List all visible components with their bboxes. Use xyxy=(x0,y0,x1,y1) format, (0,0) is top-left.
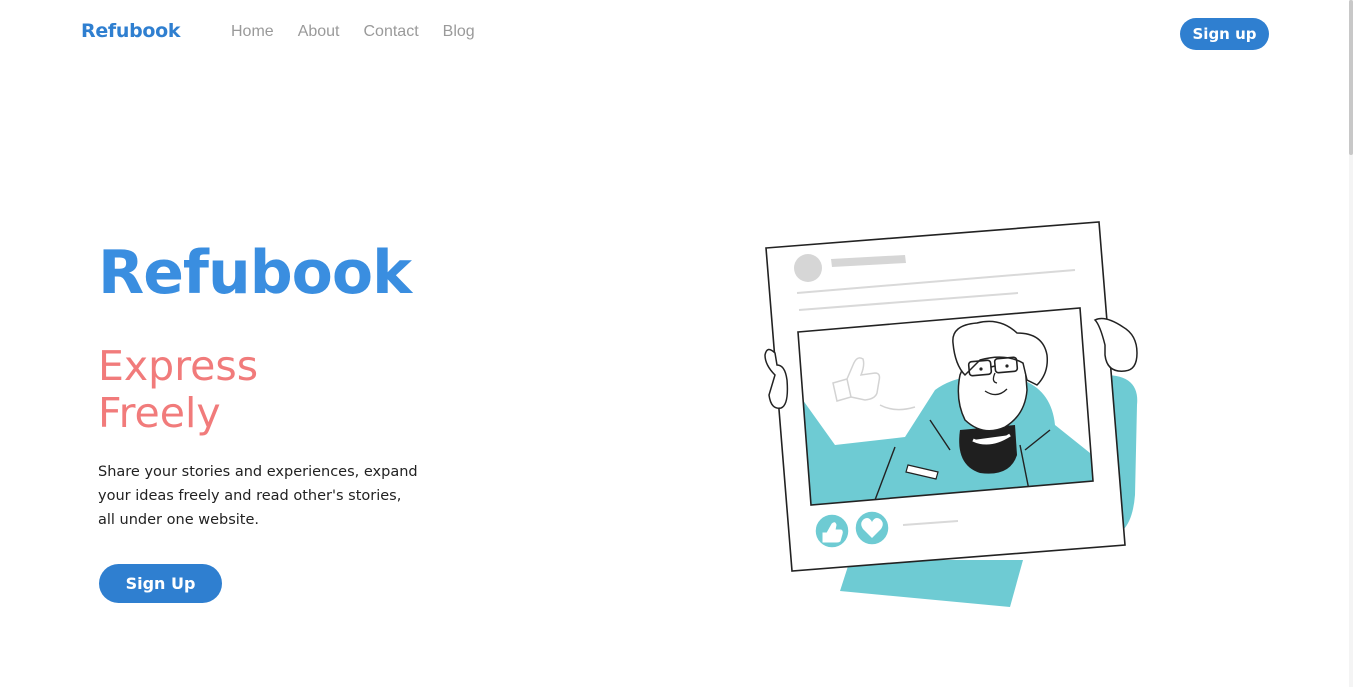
nav-links: Home About Contact Blog xyxy=(231,23,499,41)
heart-icon xyxy=(854,510,890,546)
nav-link-home[interactable]: Home xyxy=(231,23,274,41)
navbar: Refubook Home About Contact Blog Sign up xyxy=(0,0,1353,66)
hero-signup-button[interactable]: Sign Up xyxy=(99,564,222,603)
nav-link-contact[interactable]: Contact xyxy=(364,23,419,41)
hero-illustration xyxy=(764,221,1138,607)
post-image xyxy=(797,307,1094,506)
landing-page: Refubook Home About Contact Blog Sign up… xyxy=(0,0,1353,687)
hero-title: Refubook xyxy=(98,238,412,308)
thumbs-up-icon xyxy=(814,513,850,549)
nav-link-blog[interactable]: Blog xyxy=(443,23,475,41)
hero-description: Share your stories and experiences, expa… xyxy=(98,464,418,528)
nav-signup-button[interactable]: Sign up xyxy=(1180,18,1269,50)
brand-logo[interactable]: Refubook xyxy=(81,20,181,42)
hero-tagline: Express Freely xyxy=(98,342,259,437)
nav-link-about[interactable]: About xyxy=(298,23,340,41)
scrollbar-thumb[interactable] xyxy=(1349,0,1353,155)
